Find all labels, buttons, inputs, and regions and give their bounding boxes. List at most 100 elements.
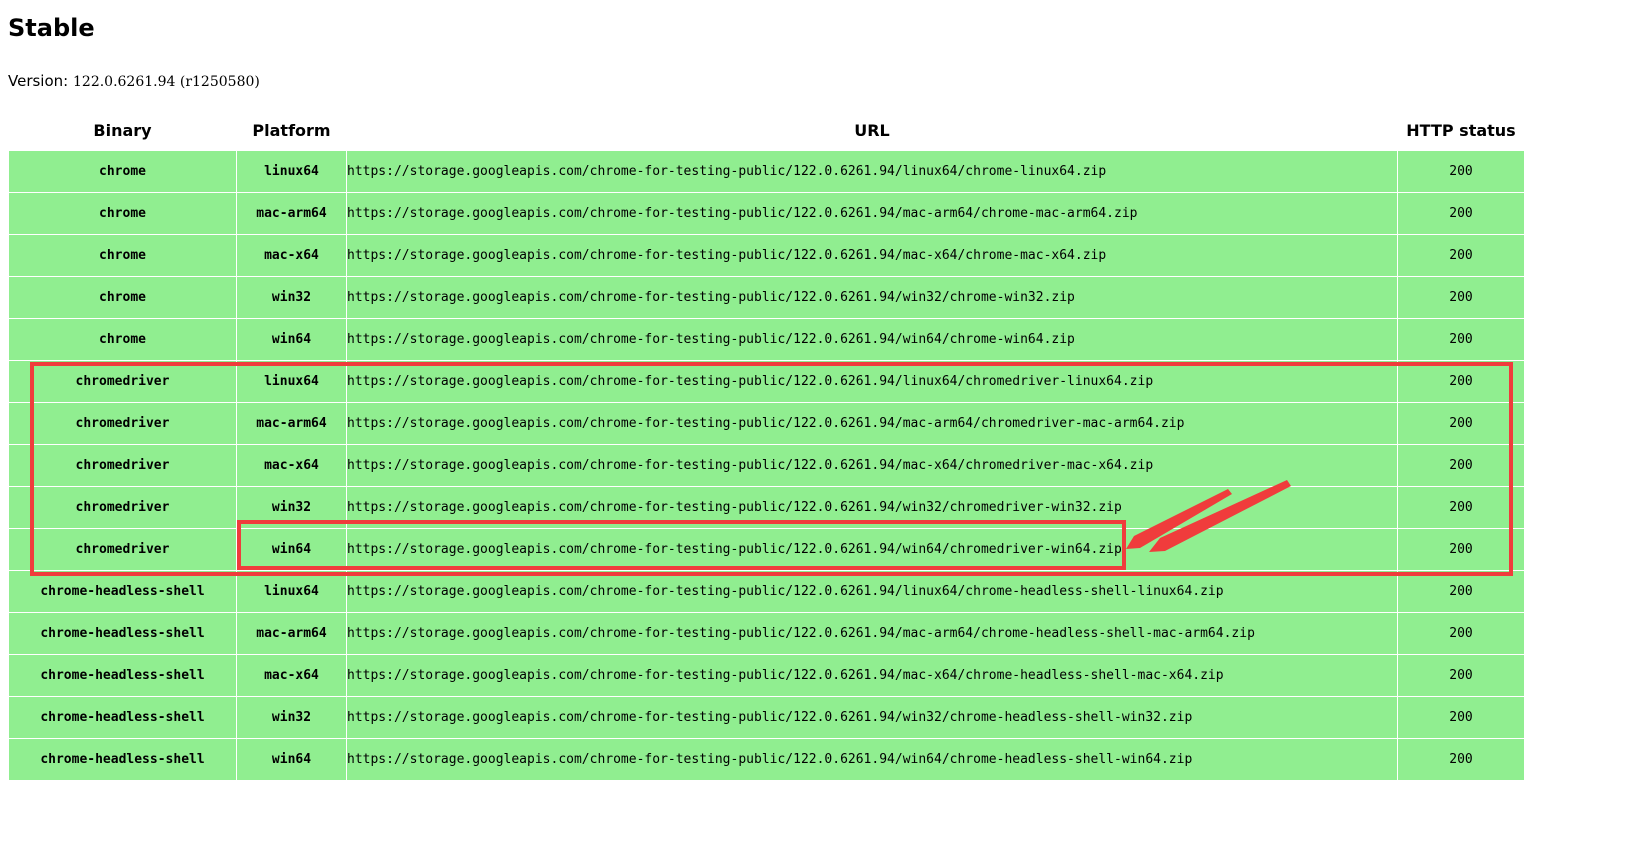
platform-cell: mac-arm64 <box>236 612 347 655</box>
binary-cell: chrome-headless-shell <box>8 738 237 781</box>
table-row: chromedriver win64 https://storage.googl… <box>8 528 1525 571</box>
status-cell: 200 <box>1397 444 1525 487</box>
url-cell: https://storage.googleapis.com/chrome-fo… <box>346 150 1398 193</box>
download-link[interactable]: https://storage.googleapis.com/chrome-fo… <box>347 542 1122 557</box>
header-binary: Binary <box>8 110 237 151</box>
binary-cell: chrome-headless-shell <box>8 612 237 655</box>
binary-cell: chrome-headless-shell <box>8 570 237 613</box>
table-body: chrome linux64 https://storage.googleapi… <box>8 150 1525 781</box>
status-cell: 200 <box>1397 612 1525 655</box>
download-link[interactable]: https://storage.googleapis.com/chrome-fo… <box>347 458 1153 473</box>
url-cell: https://storage.googleapis.com/chrome-fo… <box>346 276 1398 319</box>
platform-cell: win32 <box>236 696 347 739</box>
table-row: chrome-headless-shell mac-x64 https://st… <box>8 654 1525 697</box>
status-cell: 200 <box>1397 318 1525 361</box>
binary-cell: chromedriver <box>8 444 237 487</box>
binary-cell: chrome-headless-shell <box>8 696 237 739</box>
platform-cell: linux64 <box>236 570 347 613</box>
table-row: chrome win64 https://storage.googleapis.… <box>8 318 1525 361</box>
version-label: Version: <box>8 72 69 90</box>
download-link[interactable]: https://storage.googleapis.com/chrome-fo… <box>347 374 1153 389</box>
url-cell: https://storage.googleapis.com/chrome-fo… <box>346 360 1398 403</box>
url-cell: https://storage.googleapis.com/chrome-fo… <box>346 528 1398 571</box>
url-cell: https://storage.googleapis.com/chrome-fo… <box>346 654 1398 697</box>
platform-cell: mac-x64 <box>236 654 347 697</box>
url-cell: https://storage.googleapis.com/chrome-fo… <box>346 444 1398 487</box>
binary-cell: chrome <box>8 192 237 235</box>
download-link[interactable]: https://storage.googleapis.com/chrome-fo… <box>347 416 1184 431</box>
platform-cell: win64 <box>236 318 347 361</box>
table-header-row: Binary Platform URL HTTP status <box>8 110 1525 151</box>
platform-cell: mac-x64 <box>236 444 347 487</box>
status-cell: 200 <box>1397 570 1525 613</box>
status-cell: 200 <box>1397 486 1525 529</box>
download-link[interactable]: https://storage.googleapis.com/chrome-fo… <box>347 500 1122 515</box>
status-cell: 200 <box>1397 150 1525 193</box>
url-cell: https://storage.googleapis.com/chrome-fo… <box>346 696 1398 739</box>
download-link[interactable]: https://storage.googleapis.com/chrome-fo… <box>347 290 1075 305</box>
platform-cell: linux64 <box>236 360 347 403</box>
table-row: chromedriver win32 https://storage.googl… <box>8 486 1525 529</box>
download-link[interactable]: https://storage.googleapis.com/chrome-fo… <box>347 584 1224 599</box>
platform-cell: win32 <box>236 276 347 319</box>
table-row: chrome-headless-shell win32 https://stor… <box>8 696 1525 739</box>
platform-cell: win64 <box>236 528 347 571</box>
status-cell: 200 <box>1397 528 1525 571</box>
binary-cell: chromedriver <box>8 402 237 445</box>
download-link[interactable]: https://storage.googleapis.com/chrome-fo… <box>347 332 1075 347</box>
status-cell: 200 <box>1397 402 1525 445</box>
url-cell: https://storage.googleapis.com/chrome-fo… <box>346 402 1398 445</box>
platform-cell: mac-arm64 <box>236 402 347 445</box>
binary-cell: chromedriver <box>8 528 237 571</box>
url-cell: https://storage.googleapis.com/chrome-fo… <box>346 738 1398 781</box>
download-link[interactable]: https://storage.googleapis.com/chrome-fo… <box>347 164 1106 179</box>
binary-cell: chrome <box>8 150 237 193</box>
binary-cell: chrome <box>8 318 237 361</box>
table-row: chrome mac-x64 https://storage.googleapi… <box>8 234 1525 277</box>
status-cell: 200 <box>1397 234 1525 277</box>
binary-cell: chromedriver <box>8 486 237 529</box>
download-link[interactable]: https://storage.googleapis.com/chrome-fo… <box>347 752 1192 767</box>
version-value: 122.0.6261.94 (r1250580) <box>73 74 260 90</box>
platform-cell: win32 <box>236 486 347 529</box>
table-row: chrome-headless-shell mac-arm64 https://… <box>8 612 1525 655</box>
url-cell: https://storage.googleapis.com/chrome-fo… <box>346 570 1398 613</box>
platform-cell: win64 <box>236 738 347 781</box>
table-row: chrome win32 https://storage.googleapis.… <box>8 276 1525 319</box>
page-title: Stable <box>8 14 95 42</box>
header-url: URL <box>346 110 1398 151</box>
status-cell: 200 <box>1397 192 1525 235</box>
status-cell: 200 <box>1397 276 1525 319</box>
download-link[interactable]: https://storage.googleapis.com/chrome-fo… <box>347 626 1255 641</box>
status-cell: 200 <box>1397 696 1525 739</box>
platform-cell: mac-x64 <box>236 234 347 277</box>
binary-cell: chrome <box>8 276 237 319</box>
url-cell: https://storage.googleapis.com/chrome-fo… <box>346 192 1398 235</box>
table-row: chrome-headless-shell win64 https://stor… <box>8 738 1525 781</box>
table-row: chromedriver mac-arm64 https://storage.g… <box>8 402 1525 445</box>
platform-cell: mac-arm64 <box>236 192 347 235</box>
table-row: chrome mac-arm64 https://storage.googlea… <box>8 192 1525 235</box>
table-row: chromedriver linux64 https://storage.goo… <box>8 360 1525 403</box>
download-link[interactable]: https://storage.googleapis.com/chrome-fo… <box>347 710 1192 725</box>
download-link[interactable]: https://storage.googleapis.com/chrome-fo… <box>347 206 1138 221</box>
version-line: Version: 122.0.6261.94 (r1250580) <box>8 72 260 90</box>
download-link[interactable]: https://storage.googleapis.com/chrome-fo… <box>347 248 1106 263</box>
table-row: chrome-headless-shell linux64 https://st… <box>8 570 1525 613</box>
url-cell: https://storage.googleapis.com/chrome-fo… <box>346 234 1398 277</box>
status-cell: 200 <box>1397 738 1525 781</box>
url-cell: https://storage.googleapis.com/chrome-fo… <box>346 612 1398 655</box>
url-cell: https://storage.googleapis.com/chrome-fo… <box>346 318 1398 361</box>
header-http-status: HTTP status <box>1397 110 1525 151</box>
binary-cell: chromedriver <box>8 360 237 403</box>
status-cell: 200 <box>1397 360 1525 403</box>
status-cell: 200 <box>1397 654 1525 697</box>
header-platform: Platform <box>236 110 347 151</box>
binary-cell: chrome <box>8 234 237 277</box>
binary-cell: chrome-headless-shell <box>8 654 237 697</box>
download-link[interactable]: https://storage.googleapis.com/chrome-fo… <box>347 668 1224 683</box>
platform-cell: linux64 <box>236 150 347 193</box>
table-row: chromedriver mac-x64 https://storage.goo… <box>8 444 1525 487</box>
downloads-table: Binary Platform URL HTTP status chrome l… <box>8 110 1525 781</box>
table-row: chrome linux64 https://storage.googleapi… <box>8 150 1525 193</box>
